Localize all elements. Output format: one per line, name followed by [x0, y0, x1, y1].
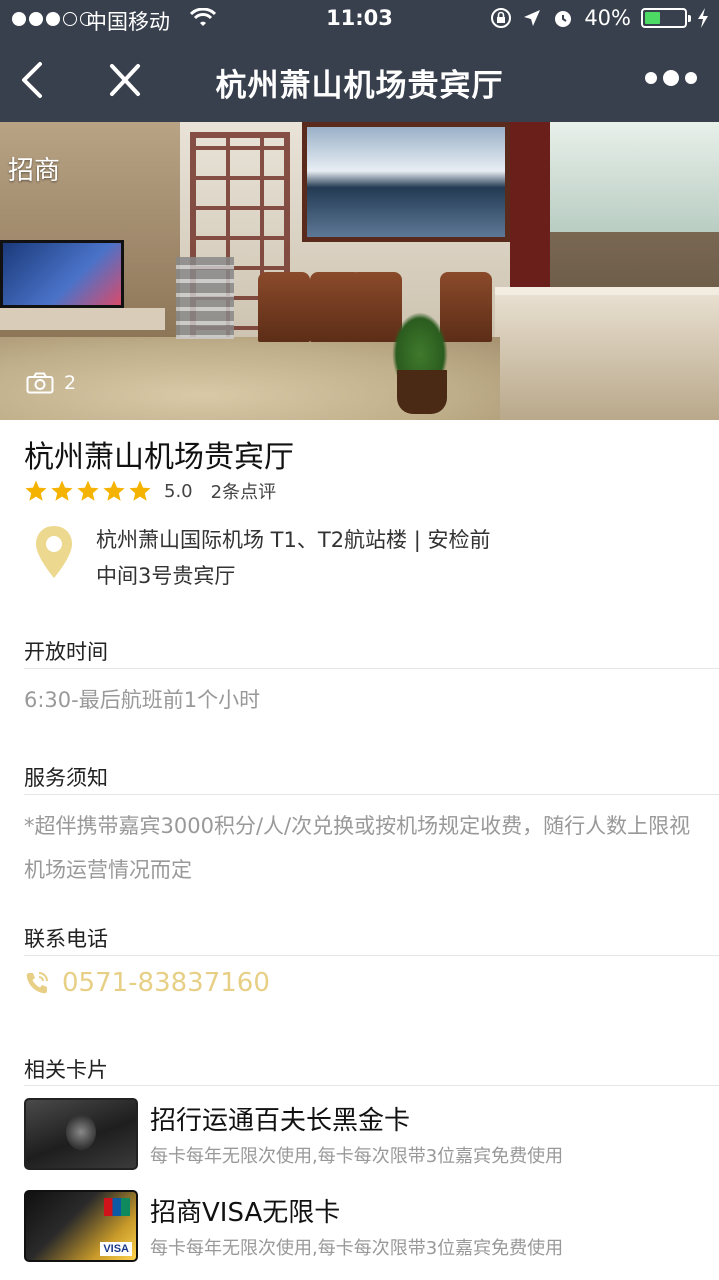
photo-count-value: 2: [64, 372, 77, 394]
card-item[interactable]: 招行运通百夫长黑金卡 每卡每年无限次使用,每卡每次限带3位嘉宾免费使用: [24, 1098, 704, 1174]
star-icon: [51, 480, 73, 501]
more-icon[interactable]: [645, 70, 697, 86]
card-item[interactable]: VISA 招商VISA无限卡 每卡每年无限次使用,每卡每次限带3位嘉宾免费使用: [24, 1190, 704, 1266]
star-icon: [103, 480, 125, 501]
nav-bar: 杭州萧山机场贵宾厅: [0, 40, 719, 122]
charging-bolt-icon: [698, 8, 708, 28]
divider: [24, 668, 719, 669]
location-pin-icon: [36, 526, 72, 578]
card-title: 招行运通百夫长黑金卡: [150, 1106, 411, 1136]
visa-logo: VISA: [100, 1242, 132, 1256]
phone-number: 0571-83837160: [62, 968, 270, 998]
phone-link[interactable]: 0571-83837160: [24, 968, 270, 998]
rating-score: 5.0: [164, 480, 193, 502]
phone-heading: 联系电话: [24, 927, 108, 951]
status-right: 40%: [490, 6, 709, 30]
divider: [24, 1085, 719, 1086]
status-bar: 中国移动 11:03 40%: [0, 0, 719, 40]
divider: [24, 955, 719, 956]
lounge-photo[interactable]: 招商 2: [0, 122, 719, 420]
lounge-address[interactable]: 杭州萧山国际机场 T1、T2航站楼 | 安检前 中间3号贵宾厅: [96, 522, 656, 594]
camera-icon: [26, 372, 54, 394]
card-image: [24, 1098, 138, 1170]
notice-text: *超伴携带嘉宾3000积分/人/次兑换或按机场规定收费，随行人数上限视机场运营情…: [24, 814, 691, 882]
phone-icon: [26, 972, 48, 994]
location-arrow-icon: [524, 10, 541, 26]
divider: [24, 794, 719, 795]
rating: 5.0 2条点评: [24, 478, 276, 504]
rotation-lock-icon: [491, 8, 512, 28]
review-count-link[interactable]: 2条点评: [211, 478, 276, 504]
alarm-icon: [555, 11, 572, 27]
cards-heading: 相关卡片: [24, 1058, 108, 1082]
notice-heading: 服务须知: [24, 766, 108, 790]
hours-text: 6:30-最后航班前1个小时: [24, 688, 261, 712]
rating-stars: [24, 479, 152, 503]
photo-count[interactable]: 2: [26, 372, 76, 394]
hours-heading: 开放时间: [24, 640, 108, 664]
card-title: 招商VISA无限卡: [150, 1198, 341, 1228]
address-line-2: 中间3号贵宾厅: [96, 564, 236, 588]
top-bar: 中国移动 11:03 40% 杭州萧山机场贵宾厅: [0, 0, 719, 122]
address-line-1: 杭州萧山国际机场 T1、T2航站楼 | 安检前: [96, 528, 491, 552]
battery-icon: [641, 8, 691, 28]
battery-percent: 40%: [584, 6, 631, 30]
page-title: 杭州萧山机场贵宾厅: [215, 68, 504, 104]
card-description: 每卡每年无限次使用,每卡每次限带3位嘉宾免费使用: [150, 1146, 564, 1167]
lounge-name: 杭州萧山机场贵宾厅: [24, 440, 294, 475]
photo-tag: 招商: [8, 156, 61, 186]
star-icon: [129, 480, 151, 501]
card-description: 每卡每年无限次使用,每卡每次限带3位嘉宾免费使用: [150, 1238, 564, 1259]
card-image: VISA: [24, 1190, 138, 1262]
star-icon: [25, 480, 47, 501]
unionpay-logo-icon: [104, 1198, 130, 1216]
star-icon: [77, 480, 99, 501]
